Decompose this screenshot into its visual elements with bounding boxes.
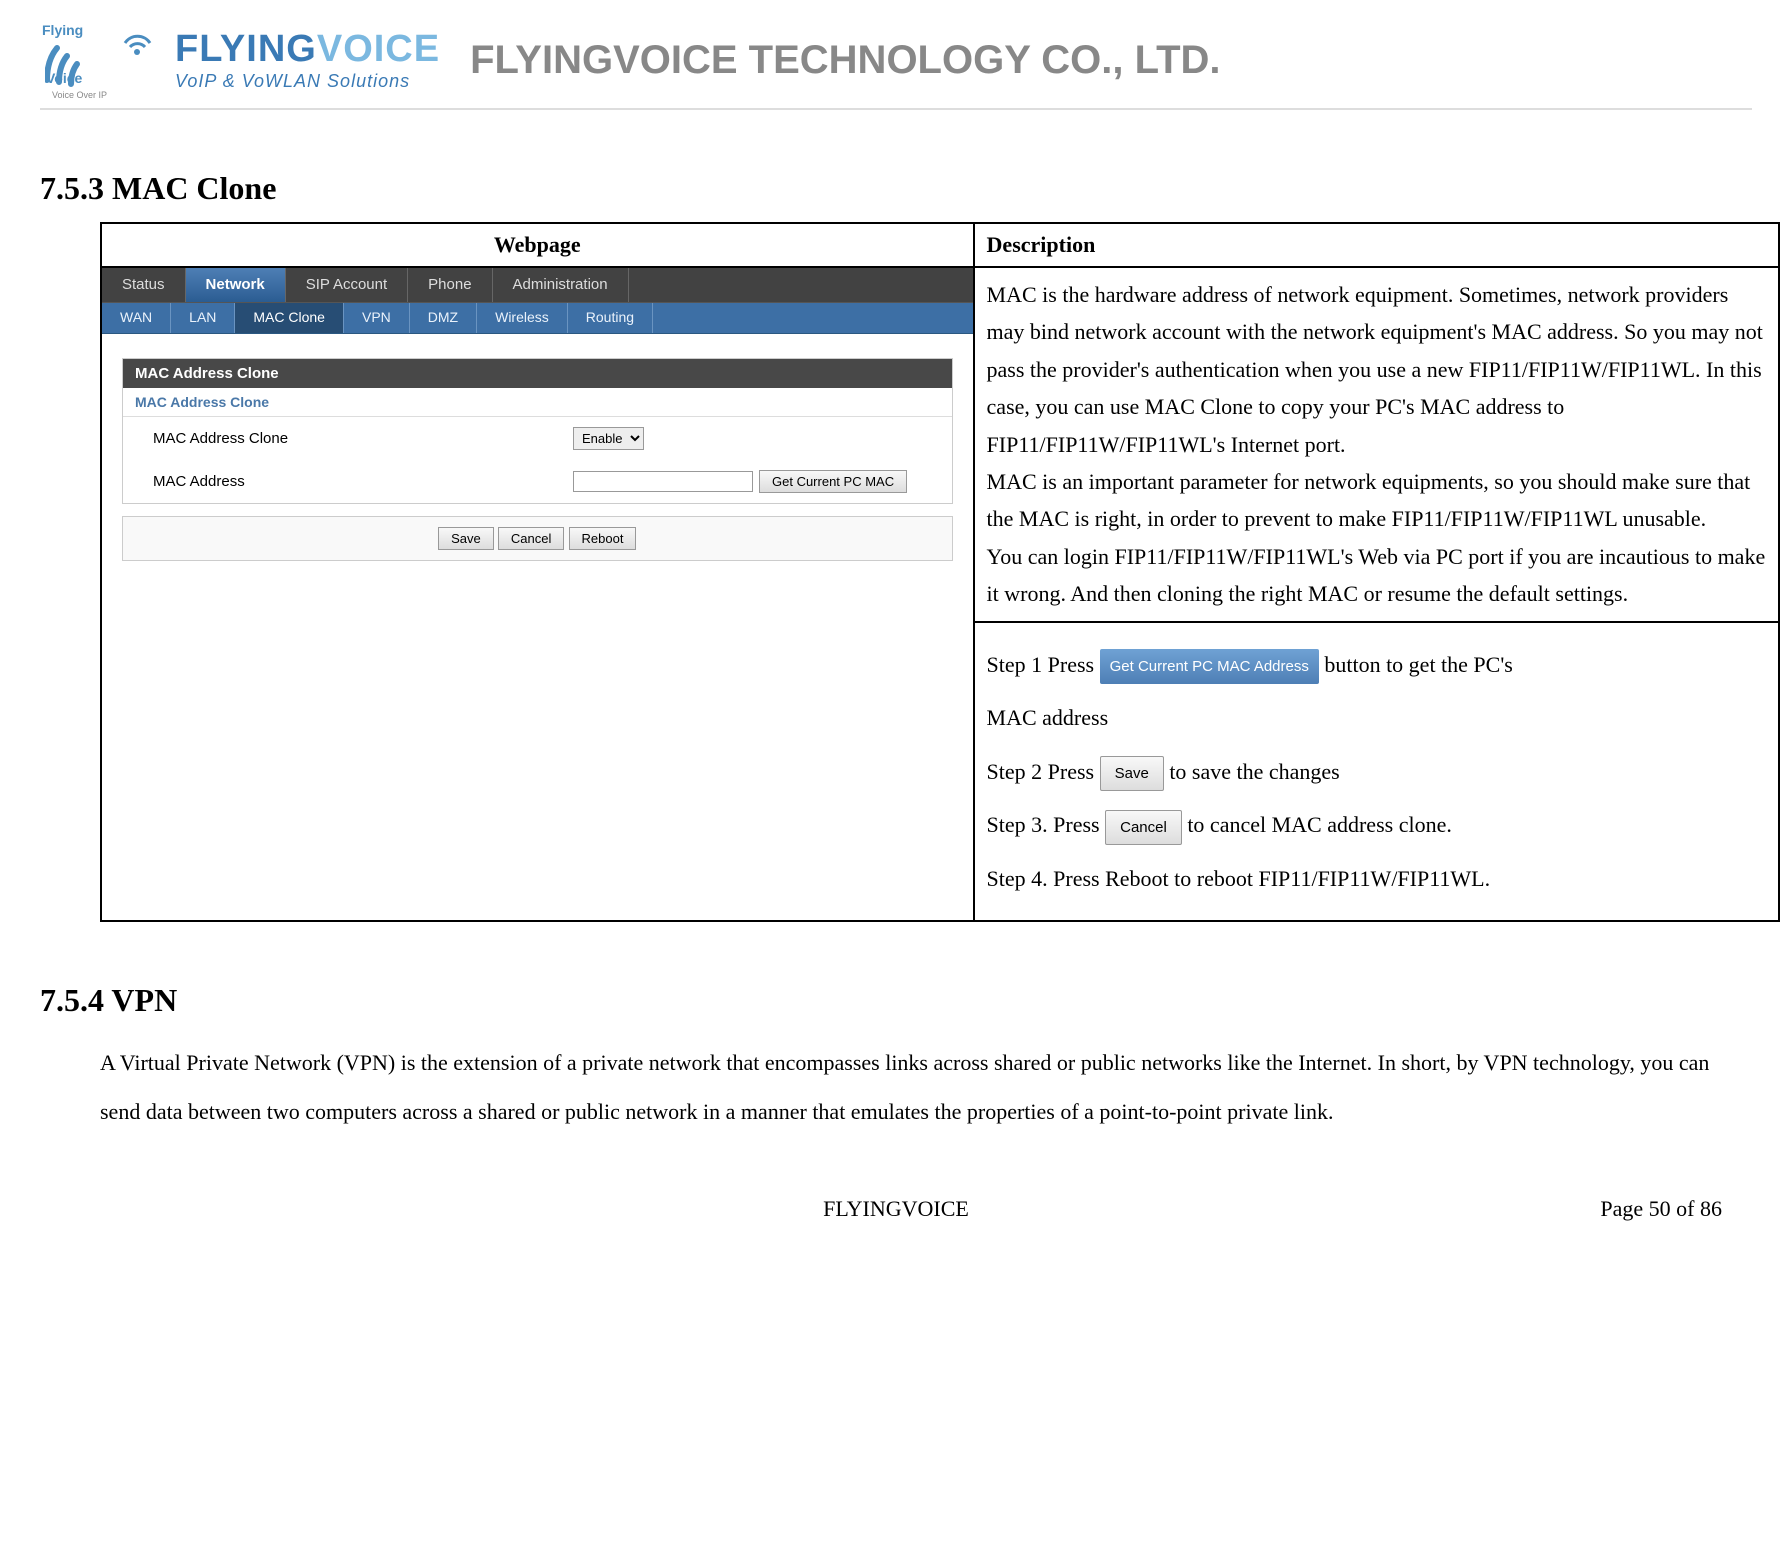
subtab-vpn[interactable]: VPN xyxy=(344,303,410,333)
step4: Step 4. Press Reboot to reboot FIP11/FIP… xyxy=(987,859,1766,899)
logo-tagline: Voice Over IP xyxy=(52,90,107,100)
description-text: MAC is the hardware address of network e… xyxy=(974,267,1779,622)
logo-left: Flying Voice Voice Over IP xyxy=(40,20,160,100)
webpage-screenshot: Status Network SIP Account Phone Adminis… xyxy=(102,268,973,561)
footer-center: FLYINGVOICE xyxy=(621,1196,1172,1222)
panel-title: MAC Address Clone xyxy=(123,359,952,388)
step2-b: to save the changes xyxy=(1169,759,1339,784)
tabbar-top: Status Network SIP Account Phone Adminis… xyxy=(102,268,973,303)
section-heading-vpn: 7.5.4 VPN xyxy=(40,982,1752,1019)
label-mac-address: MAC Address xyxy=(153,473,573,490)
logo-wifi-icon xyxy=(120,25,155,65)
subtab-wireless[interactable]: Wireless xyxy=(477,303,568,333)
subtab-lan[interactable]: LAN xyxy=(171,303,235,333)
step1-a: Step 1 Press xyxy=(987,652,1100,677)
step1-b: button to get the PC's xyxy=(1324,652,1513,677)
label-mac-clone: MAC Address Clone xyxy=(153,430,573,447)
subtab-routing[interactable]: Routing xyxy=(568,303,653,333)
brand-part1: FLYING xyxy=(175,28,317,70)
input-mac-address[interactable] xyxy=(573,471,753,492)
step1-c: MAC address xyxy=(987,698,1766,738)
tab-phone[interactable]: Phone xyxy=(408,268,492,302)
step3-b: to cancel MAC address clone. xyxy=(1187,812,1452,837)
logo-text-bottom: Voice xyxy=(46,70,82,86)
footer-right: Page 50 of 86 xyxy=(1171,1196,1722,1222)
brand-part2: VOICE xyxy=(317,28,440,70)
step3-a: Step 3. Press xyxy=(987,812,1106,837)
row-mac-clone-enable: MAC Address Clone Enable xyxy=(123,417,952,460)
vpn-text: A Virtual Private Network (VPN) is the e… xyxy=(100,1039,1752,1136)
tabbar-sub: WAN LAN MAC Clone VPN DMZ Wireless Routi… xyxy=(102,303,973,334)
col-description: Description xyxy=(974,223,1779,267)
mac-clone-panel: MAC Address Clone MAC Address Clone MAC … xyxy=(122,358,953,504)
panel-section-label: MAC Address Clone xyxy=(123,388,952,417)
subtab-mac-clone[interactable]: MAC Clone xyxy=(235,303,344,333)
footer: FLYINGVOICE Page 50 of 86 xyxy=(40,1196,1752,1222)
document-header: Flying Voice Voice Over IP FLYINGVOICE V… xyxy=(40,20,1752,110)
step2-a: Step 2 Press xyxy=(987,759,1100,784)
btn-get-current-mac[interactable]: Get Current PC MAC xyxy=(759,470,907,493)
action-row: Save Cancel Reboot xyxy=(122,516,953,561)
row-mac-address: MAC Address Get Current PC MAC xyxy=(123,460,952,503)
tab-status[interactable]: Status xyxy=(102,268,186,302)
tab-administration[interactable]: Administration xyxy=(493,268,629,302)
btn-cancel[interactable]: Cancel xyxy=(498,527,564,550)
select-mac-clone-enable[interactable]: Enable xyxy=(573,427,644,450)
steps-cell: Step 1 Press Get Current PC MAC Address … xyxy=(974,622,1779,922)
btn-save[interactable]: Save xyxy=(438,527,494,550)
subtab-dmz[interactable]: DMZ xyxy=(410,303,477,333)
tab-sip-account[interactable]: SIP Account xyxy=(286,268,408,302)
step1-button-icon: Get Current PC MAC Address xyxy=(1100,649,1319,684)
subtab-wan[interactable]: WAN xyxy=(102,303,171,333)
step2-button-icon: Save xyxy=(1100,756,1164,791)
tab-network[interactable]: Network xyxy=(186,268,286,302)
mac-clone-table: Webpage Description Status Network SIP A… xyxy=(100,222,1780,922)
logo-right: FLYINGVOICE VoIP & VoWLAN Solutions xyxy=(175,28,440,92)
brand-tag: VoIP & VoWLAN Solutions xyxy=(175,71,440,92)
section-heading-mac-clone: 7.5.3 MAC Clone xyxy=(40,170,1752,207)
col-webpage: Webpage xyxy=(101,223,974,267)
logo-text-top: Flying xyxy=(42,22,83,38)
step3-button-icon: Cancel xyxy=(1105,810,1182,845)
btn-reboot[interactable]: Reboot xyxy=(569,527,637,550)
company-name: FLYINGVOICE TECHNOLOGY CO., LTD. xyxy=(470,38,1220,83)
